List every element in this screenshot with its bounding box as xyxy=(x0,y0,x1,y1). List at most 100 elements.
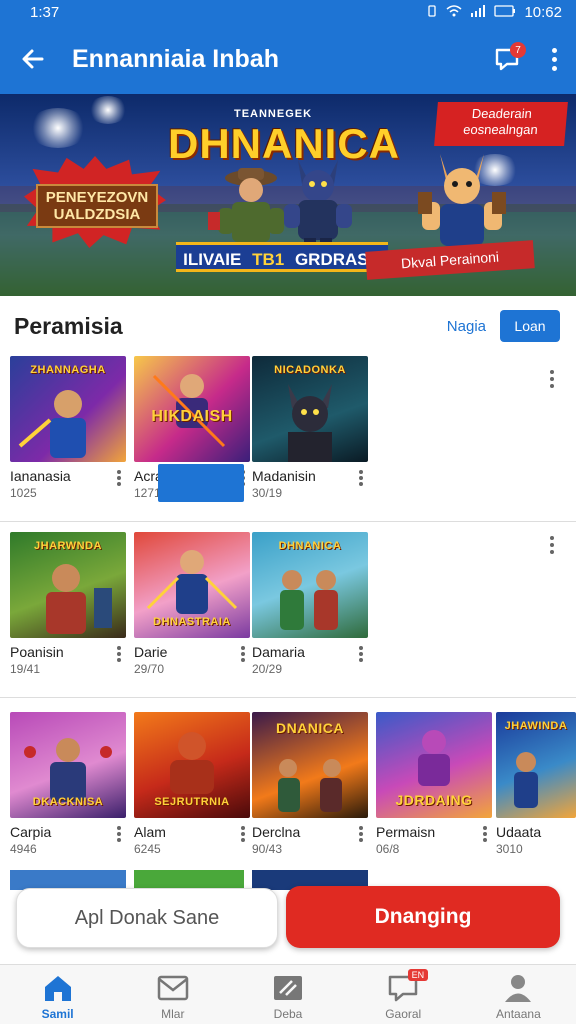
game-card[interactable]: NICADONKA Madanisin 30/19 xyxy=(252,356,368,500)
game-thumbnail[interactable]: JHARWNDA xyxy=(10,532,126,638)
cta-bar: Apl Donak Sane Dnanging xyxy=(0,884,576,952)
banner-ribbon-mid: TB1 xyxy=(252,250,285,269)
game-thumbnail[interactable]: ZHANNAGHA xyxy=(10,356,126,462)
thumbnail-title: HIKDAISH xyxy=(151,408,233,425)
game-card[interactable]: ZHANNAGHA Iananasia 1025 xyxy=(10,356,126,500)
thumbnail-title: DNANICA xyxy=(275,720,345,736)
card-menu-icon[interactable] xyxy=(116,646,122,664)
game-card[interactable]: DHNANICA Damaria 20/29 xyxy=(252,532,368,676)
game-thumbnail[interactable]: JHAWINDA xyxy=(496,712,576,818)
primary-action-button[interactable]: Dnanging xyxy=(286,886,560,948)
game-row-2: JHARWNDA Poanisin 19/41 DHNASTRAIA Darie… xyxy=(0,522,576,698)
signal-icon xyxy=(470,4,486,20)
thumbnail-title: JDRDAING xyxy=(395,792,473,808)
game-card[interactable]: DKACKNISA Carpia 4946 xyxy=(10,712,126,856)
game-meta: 3010 xyxy=(496,842,523,856)
game-meta: 1025 xyxy=(10,486,37,500)
thumbnail-title: DKACKNISA xyxy=(32,796,104,808)
game-thumbnail[interactable]: DHNASTRAIA xyxy=(134,532,250,638)
game-name: Udaata xyxy=(496,824,542,840)
game-thumbnail[interactable]: NICADONKA xyxy=(252,356,368,462)
game-meta: 29/70 xyxy=(134,662,165,676)
game-meta: 6245 xyxy=(134,842,161,856)
game-thumbnail[interactable]: HIKDAISH xyxy=(134,356,250,462)
nav-badge: EN xyxy=(407,969,429,981)
game-meta: 19/41 xyxy=(10,662,41,676)
game-meta: 30/19 xyxy=(252,486,283,500)
nav-item-mail[interactable]: Mlar xyxy=(115,965,230,1024)
nav-item-chat[interactable]: EN Gaoral xyxy=(346,965,461,1024)
game-name: Derclna xyxy=(252,824,301,840)
game-name: Alam xyxy=(134,824,166,840)
game-thumbnail[interactable]: DHNANICA xyxy=(252,532,368,638)
game-card[interactable]: DNANICA Derclna 90/43 xyxy=(252,712,368,856)
nav-label: Samil xyxy=(41,1007,74,1021)
card-menu-icon[interactable] xyxy=(116,470,122,488)
banner-promo-tag: Deaderain eosnealngan xyxy=(434,102,568,146)
nav-label: Mlar xyxy=(161,1007,185,1021)
app-bar: Ennanniaia Inbah 7 xyxy=(0,24,576,94)
game-card[interactable]: JDRDAING Permaisn 06/8 xyxy=(376,712,492,856)
game-thumbnail[interactable]: SEJRUTRNIA xyxy=(134,712,250,818)
promo-banner[interactable]: PENEYEZOVN UALDZDSIA TEANNEGEK DHNANICA … xyxy=(0,94,576,296)
overflow-menu-icon[interactable] xyxy=(546,42,562,76)
card-menu-icon[interactable] xyxy=(358,826,364,844)
status-bar: 1:37 10:62 xyxy=(0,0,576,24)
game-thumbnail[interactable]: JDRDAING xyxy=(376,712,492,818)
game-name: Iananasia xyxy=(10,468,71,484)
messages-button[interactable]: 7 xyxy=(488,40,526,78)
game-thumbnail[interactable]: DNANICA xyxy=(252,712,368,818)
profile-icon xyxy=(505,975,532,1002)
page-title: Ennanniaia Inbah xyxy=(72,44,279,73)
vibrate-icon xyxy=(426,4,438,20)
game-meta: 90/43 xyxy=(252,842,283,856)
nav-item-news[interactable]: Deba xyxy=(230,965,345,1024)
bottom-navigation: Samil Mlar Deba EN Gaoral Antaana xyxy=(0,964,576,1024)
banner-sign: PENEYEZOVN UALDZDSIA xyxy=(36,184,158,228)
nav-label: Antaana xyxy=(496,1007,541,1021)
nav-item-profile[interactable]: Antaana xyxy=(461,965,576,1024)
game-card[interactable]: SEJRUTRNIA Alam 6245 xyxy=(134,712,250,856)
thumbnail-title: DHNASTRAIA xyxy=(153,616,231,628)
game-name: Damaria xyxy=(252,644,305,660)
row-menu-icon[interactable] xyxy=(548,536,556,560)
game-thumbnail[interactable]: DKACKNISA xyxy=(10,712,126,818)
game-name: Carpia xyxy=(10,824,52,840)
game-card[interactable]: JHARWNDA Poanisin 19/41 xyxy=(10,532,126,676)
secondary-action-button[interactable]: Apl Donak Sane xyxy=(16,888,278,948)
thumbnail-title: ZHANNAGHA xyxy=(30,364,106,376)
selection-highlight xyxy=(158,464,244,502)
game-meta: 06/8 xyxy=(376,842,400,856)
row-menu-icon[interactable] xyxy=(548,370,556,394)
card-menu-icon[interactable] xyxy=(240,826,246,844)
game-card[interactable]: DHNASTRAIA Darie 29/70 xyxy=(134,532,250,676)
banner-ribbon: ILIVAIE TB1 GRDRASU xyxy=(176,242,388,272)
section-title: Peramisia xyxy=(14,312,123,339)
game-row-3: DKACKNISA Carpia 4946 SEJRUTRNIA Alam 62… xyxy=(0,698,576,878)
game-name: Permaisn xyxy=(376,824,436,840)
battery-icon xyxy=(494,4,516,20)
section-header: Peramisia Nagia Loan xyxy=(0,296,576,356)
section-button[interactable]: Loan xyxy=(500,310,560,342)
thumbnail-title: NICADONKA xyxy=(274,364,346,376)
card-menu-icon[interactable] xyxy=(358,470,364,488)
game-meta: 4946 xyxy=(10,842,37,856)
thumbnail-title: JHARWNDA xyxy=(34,540,102,552)
message-badge: 7 xyxy=(510,42,526,58)
game-card[interactable]: JHAWINDA Udaata 3010 xyxy=(496,712,576,856)
card-menu-icon[interactable] xyxy=(240,646,246,664)
news-icon xyxy=(274,976,302,1000)
game-row-1: ZHANNAGHA Iananasia 1025 HIKDAISH Acrana… xyxy=(0,356,576,522)
card-menu-icon[interactable] xyxy=(482,826,488,844)
nav-label: Gaoral xyxy=(385,1007,422,1021)
thumbnail-title: DHNANICA xyxy=(278,540,342,552)
card-menu-icon[interactable] xyxy=(358,646,364,664)
game-meta: 20/29 xyxy=(252,662,283,676)
banner-brand-top: TEANNEGEK xyxy=(233,108,313,120)
game-name: Poanisin xyxy=(10,644,64,660)
card-menu-icon[interactable] xyxy=(116,826,122,844)
section-link[interactable]: Nagia xyxy=(447,318,486,335)
mail-icon xyxy=(157,975,189,1001)
back-arrow-icon[interactable] xyxy=(18,44,48,74)
nav-item-home[interactable]: Samil xyxy=(0,965,115,1024)
